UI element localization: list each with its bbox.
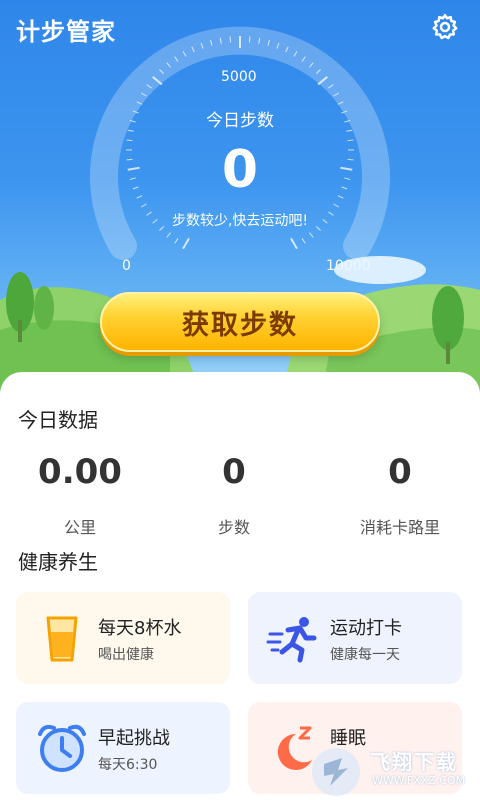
tick-label-mid: 5000 bbox=[221, 69, 257, 85]
stat-distance-value: 0.00 bbox=[38, 452, 122, 492]
running-icon bbox=[266, 617, 317, 663]
health-title: 健康养生 bbox=[18, 550, 98, 574]
early-rise-card-title: 早起挑战 bbox=[98, 728, 170, 749]
watermark-name: 飞翔下载 bbox=[370, 750, 458, 774]
early-rise-card-subtitle: 每天6:30 bbox=[98, 757, 158, 773]
gauge-hint: 步数较少,快去运动吧! bbox=[171, 213, 309, 229]
gauge-tick bbox=[229, 36, 232, 43]
water-card[interactable]: 每天8杯水 喝出健康 bbox=[16, 592, 230, 684]
watermark-url: WWW.FXXZ.COM bbox=[372, 774, 466, 787]
water-card-subtitle: 喝出健康 bbox=[98, 647, 154, 663]
gauge-tick bbox=[290, 237, 298, 250]
stat-steps-value: 0 bbox=[222, 452, 246, 492]
today-data-title: 今日数据 bbox=[18, 408, 98, 432]
water-card-title: 每天8杯水 bbox=[98, 618, 182, 639]
exercise-card-title: 运动打卡 bbox=[330, 618, 402, 639]
stat-steps-label: 步数 bbox=[217, 518, 250, 537]
gauge-tick bbox=[309, 232, 314, 238]
app-title: 计步管家 bbox=[16, 18, 116, 46]
get-steps-button[interactable]: 获取步数 bbox=[100, 292, 380, 352]
gauge-tick bbox=[141, 203, 147, 208]
water-glass-icon bbox=[46, 616, 78, 662]
early-rise-card[interactable]: 早起挑战 每天6:30 bbox=[16, 702, 230, 794]
gauge-tick bbox=[333, 203, 339, 208]
stat-distance-label: 公里 bbox=[63, 518, 96, 537]
exercise-card-subtitle: 健康每一天 bbox=[330, 647, 400, 663]
gauge-label: 今日步数 bbox=[206, 111, 274, 131]
alarm-clock-icon bbox=[38, 724, 86, 772]
gauge-tick bbox=[182, 237, 190, 250]
gear-icon[interactable] bbox=[430, 12, 460, 42]
stat-calories-label: 消耗卡路里 bbox=[359, 518, 440, 537]
gauge-tick bbox=[301, 238, 306, 244]
step-count-value: 0 bbox=[221, 140, 259, 200]
exercise-card[interactable]: 运动打卡 健康每一天 bbox=[248, 592, 462, 684]
stat-calories: 0 消耗卡路里 bbox=[320, 450, 480, 538]
hero-section: 计步管家 今日步数 0 步数较少,快去运动吧! 5000 0 10000 获取步… bbox=[0, 0, 480, 400]
gauge-tick bbox=[248, 36, 251, 43]
stat-steps: 0 步数 bbox=[154, 450, 314, 538]
stat-distance: 0.00 公里 bbox=[0, 450, 160, 538]
stat-calories-value: 0 bbox=[388, 452, 412, 492]
gauge-tick bbox=[166, 232, 171, 238]
gauge-tick bbox=[174, 238, 179, 244]
